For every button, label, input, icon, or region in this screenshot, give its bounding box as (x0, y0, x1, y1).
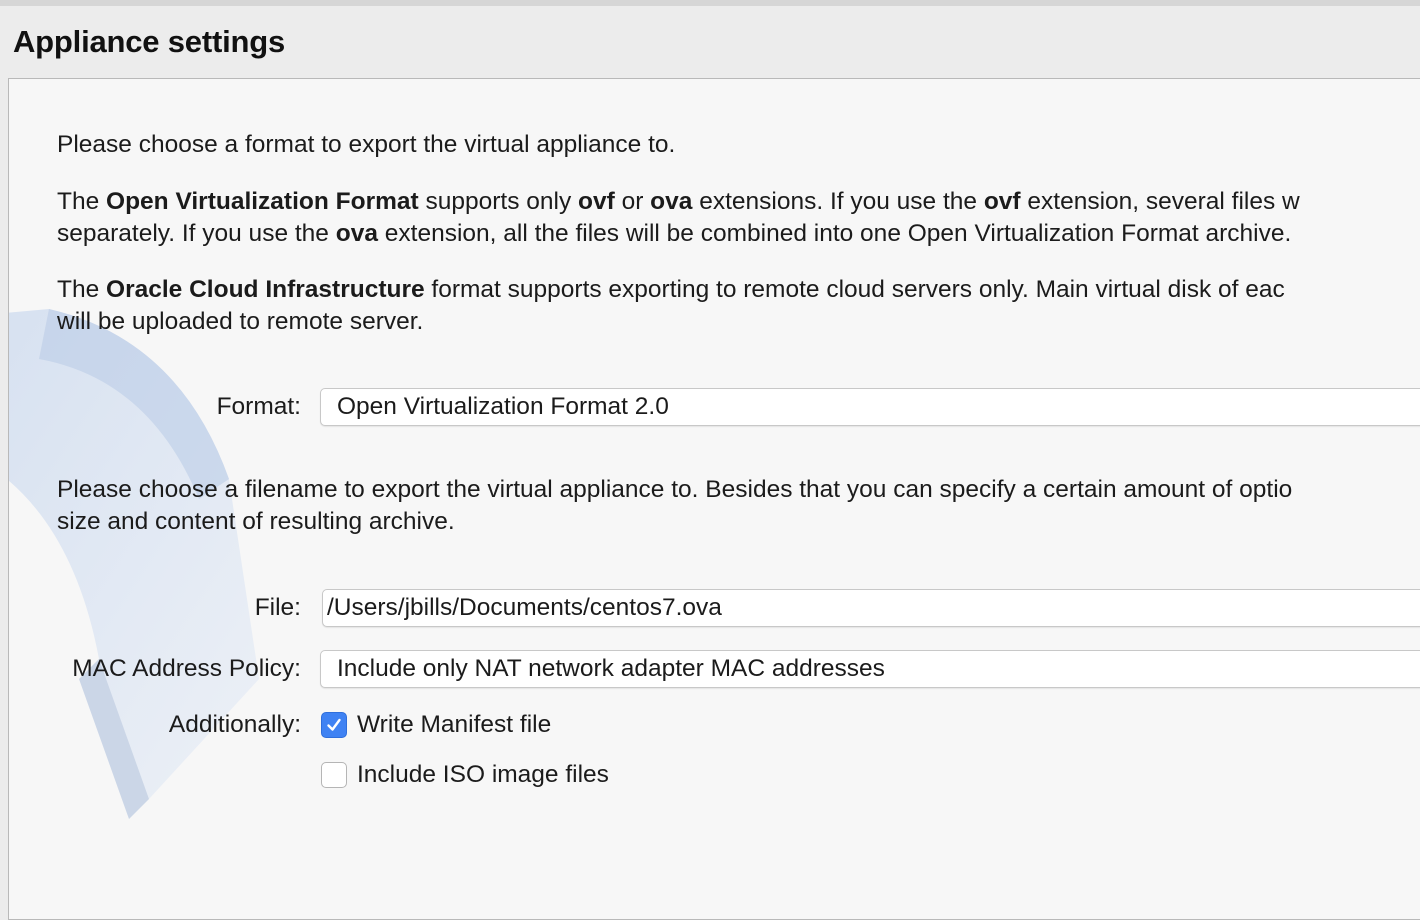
export-wizard-window: Appliance settings Please choose a forma… (0, 6, 1420, 920)
page-title: Appliance settings (13, 24, 286, 59)
additionally-label: Additionally: (168, 711, 301, 738)
filename-description-line2: size and content of resulting archive. (57, 508, 455, 535)
write-manifest-label: Write Manifest file (357, 711, 552, 738)
file-path-input[interactable]: /Users/jbills/Documents/centos7.ova (322, 589, 1420, 627)
oci-description-line2: will be uploaded to remote server. (57, 308, 424, 335)
checkmark-icon (327, 718, 341, 731)
mac-policy-label: MAC Address Policy: (72, 655, 301, 682)
intro-text: Please choose a format to export the vir… (57, 131, 676, 158)
format-label: Format: (216, 393, 301, 420)
format-combobox[interactable]: Open Virtualization Format 2.0 (320, 388, 1420, 426)
ovf-description-line1: The Open Virtualization Format supports … (57, 188, 1300, 215)
file-path-value: /Users/jbills/Documents/centos7.ova (327, 594, 722, 621)
write-manifest-checkbox-row[interactable]: Write Manifest file (321, 709, 551, 741)
oci-description-line1: The Oracle Cloud Infrastructure format s… (57, 276, 1285, 303)
format-combobox-value: Open Virtualization Format 2.0 (337, 393, 669, 420)
filename-description-line1: Please choose a filename to export the v… (57, 476, 1293, 503)
ovf-description-line2: separately. If you use the ova extension… (57, 220, 1292, 247)
mac-policy-combobox[interactable]: Include only NAT network adapter MAC add… (320, 650, 1420, 688)
include-iso-label: Include ISO image files (357, 761, 609, 788)
mac-policy-combobox-value: Include only NAT network adapter MAC add… (337, 655, 885, 682)
include-iso-checkbox[interactable] (321, 762, 347, 788)
write-manifest-checkbox[interactable] (321, 712, 347, 738)
include-iso-checkbox-row[interactable]: Include ISO image files (321, 759, 609, 791)
settings-panel: Please choose a format to export the vir… (8, 78, 1420, 920)
file-label: File: (254, 594, 301, 621)
